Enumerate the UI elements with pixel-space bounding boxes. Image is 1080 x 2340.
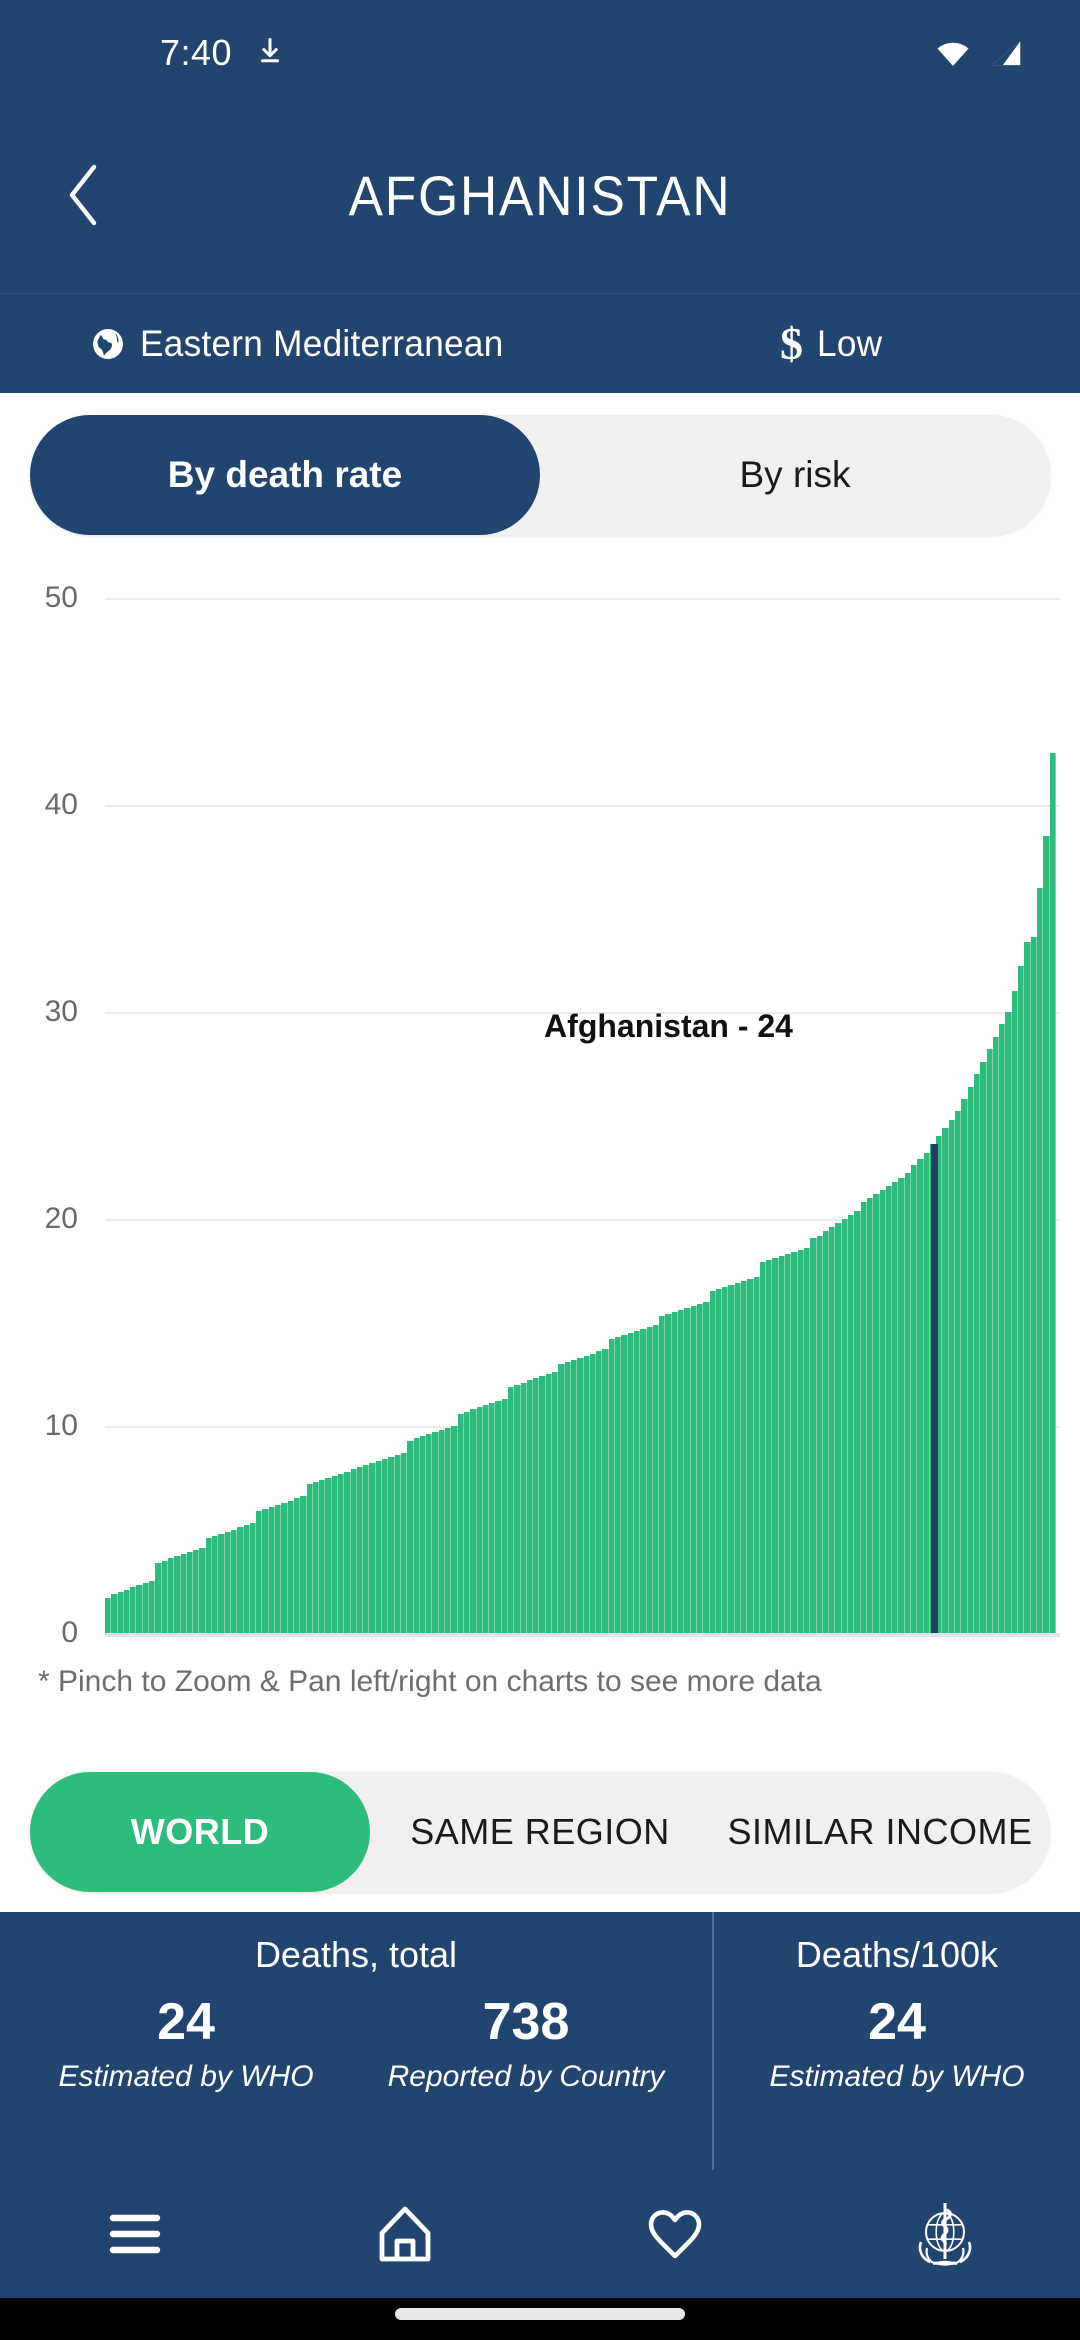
- stat-caption: Estimated by WHO: [58, 2060, 314, 2093]
- stat-columns: 24 Estimated by WHO 738 Reported by Country: [0, 1992, 712, 2096]
- dollar-icon: $: [780, 317, 803, 369]
- stat-columns: 24 Estimated by WHO: [714, 1992, 1080, 2096]
- app-screen: 7:40 AFGHANISTAN Eastern Mediterranean $…: [0, 0, 1080, 2340]
- page-title: AFGHANISTAN: [348, 163, 732, 227]
- tab-label: SAME REGION: [410, 1811, 670, 1852]
- globe-icon: [93, 328, 123, 359]
- income-label: Low: [817, 322, 883, 364]
- stat-caption: Estimated by WHO: [769, 2060, 1025, 2093]
- who-logo-icon: [918, 2203, 972, 2266]
- tab-label: WORLD: [130, 1811, 270, 1852]
- y-axis-tick-30: 30: [44, 995, 78, 1028]
- y-axis-tick-10: 10: [44, 1409, 78, 1442]
- hamburger-menu-icon: [109, 2214, 161, 2254]
- y-axis-tick-40: 40: [44, 788, 78, 821]
- tab-similar-income[interactable]: SIMILAR INCOME: [710, 1772, 1050, 1892]
- stat-heading: Deaths/100k: [795, 1934, 999, 1975]
- bottom-navigation: [0, 2170, 1080, 2298]
- stat-value: 24: [157, 1993, 215, 2051]
- tab-label: By death rate: [167, 454, 403, 495]
- stat-value: 24: [868, 1993, 926, 2051]
- nav-menu-button[interactable]: [0, 2170, 270, 2298]
- stat-value: 738: [482, 1993, 570, 2051]
- gesture-nav-area: [0, 2298, 1080, 2340]
- tab-world[interactable]: WORLD: [30, 1772, 370, 1892]
- tab-label: SIMILAR INCOME: [727, 1811, 1033, 1852]
- stat-group: Deaths, total 24 Estimated by WHO 738 Report…: [0, 1912, 714, 2170]
- highlight-marker-line: [931, 1144, 939, 1633]
- heart-icon: [648, 2210, 702, 2259]
- tab-by-risk[interactable]: By risk: [540, 415, 1050, 535]
- death-rate-bar-chart[interactable]: 0 10 20 30 40 50 Afghanistan - 24: [0, 555, 1080, 1650]
- home-icon: [379, 2206, 431, 2262]
- nav-home-button[interactable]: [270, 2170, 540, 2298]
- stat-column: 24 Estimated by WHO: [727, 1992, 1067, 2096]
- wifi-icon: [937, 42, 969, 66]
- chart-mode-tabs[interactable]: By death rate By risk: [30, 415, 1050, 535]
- y-axis-tick-0: 0: [61, 1616, 78, 1649]
- app-bar: AFGHANISTAN: [0, 97, 1080, 293]
- gridline-0: [105, 1633, 1060, 1637]
- status-bar-indicators: [933, 38, 1025, 70]
- status-bar: 7:40: [0, 0, 1080, 97]
- stat-column: 738 Reported by Country: [356, 1992, 696, 2096]
- tab-same-region[interactable]: SAME REGION: [370, 1772, 710, 1892]
- stats-panel: Deaths, total 24 Estimated by WHO 738 Report…: [0, 1912, 1080, 2170]
- country-meta-row: Eastern Mediterranean $ Low: [0, 293, 1080, 393]
- cellular-signal-icon: [991, 41, 1021, 66]
- tab-by-death-rate[interactable]: By death rate: [30, 415, 540, 535]
- bar: [1049, 753, 1056, 1633]
- home-indicator[interactable]: [395, 2308, 685, 2320]
- comparison-scope-tabs[interactable]: WORLD SAME REGION SIMILAR INCOME: [30, 1772, 1050, 1892]
- region-chip[interactable]: Eastern Mediterranean: [0, 323, 523, 365]
- status-bar-clock: 7:40: [160, 32, 233, 73]
- region-label: Eastern Mediterranean: [140, 322, 504, 364]
- nav-favorites-button[interactable]: [540, 2170, 810, 2298]
- chart-bars: [105, 598, 1057, 1633]
- tab-label: By risk: [739, 454, 851, 495]
- income-chip[interactable]: $ Low: [780, 317, 886, 369]
- stat-heading: Deaths, total: [254, 1934, 458, 1975]
- highlight-marker-label: Afghanistan - 24: [544, 1008, 793, 1045]
- y-axis-tick-20: 20: [44, 1202, 78, 1235]
- stat-caption: Reported by Country: [387, 2060, 665, 2093]
- download-icon: [261, 38, 279, 63]
- y-axis-tick-50: 50: [44, 581, 78, 614]
- chart-hint-text: * Pinch to Zoom & Pan left/right on char…: [38, 1665, 822, 1698]
- stat-group: Deaths/100k 24 Estimated by WHO: [714, 1912, 1080, 2170]
- nav-who-button[interactable]: [810, 2170, 1080, 2298]
- stat-column: 24 Estimated by WHO: [16, 1992, 356, 2096]
